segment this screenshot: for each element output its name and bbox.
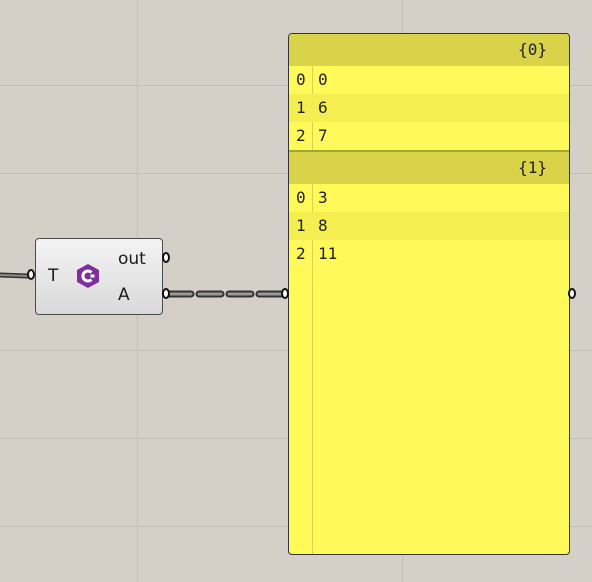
branch-header: {0} — [289, 34, 569, 66]
input-grip[interactable] — [27, 269, 35, 280]
item-index: 2 — [296, 244, 306, 263]
output-grip-out[interactable] — [162, 252, 170, 263]
item-index: 0 — [296, 70, 306, 89]
input-param-label[interactable]: T — [48, 266, 58, 286]
item-value: 11 — [318, 244, 338, 263]
list-item: 2 11 — [289, 240, 569, 268]
item-index: 1 — [296, 98, 306, 117]
item-index: 2 — [296, 126, 306, 145]
panel-input-grip[interactable] — [281, 288, 289, 299]
branch-path-label: {0} — [518, 40, 547, 59]
item-value: 7 — [318, 126, 328, 145]
item-value: 0 — [318, 70, 328, 89]
list-item: 1 6 — [289, 94, 569, 122]
script-component[interactable]: T out A — [35, 238, 163, 315]
branch-header: {1} — [289, 152, 569, 184]
output-param-label-a[interactable]: A — [118, 285, 130, 305]
list-item: 0 3 — [289, 184, 569, 212]
item-index: 1 — [296, 216, 306, 235]
output-param-label-out[interactable]: out — [118, 249, 146, 269]
data-panel[interactable]: {0} 0 0 1 6 2 7 {1} 0 3 1 8 2 11 — [288, 33, 570, 555]
csharp-script-icon — [77, 264, 99, 288]
output-grip-a[interactable] — [162, 288, 170, 299]
list-item: 0 0 — [289, 66, 569, 94]
item-value: 3 — [318, 188, 328, 207]
branch-path-label: {1} — [518, 158, 547, 177]
item-value: 8 — [318, 216, 328, 235]
item-value: 6 — [318, 98, 328, 117]
item-index: 0 — [296, 188, 306, 207]
list-item: 2 7 — [289, 122, 569, 150]
panel-output-grip[interactable] — [568, 288, 576, 299]
list-item: 1 8 — [289, 212, 569, 240]
output-wire[interactable] — [165, 285, 293, 305]
